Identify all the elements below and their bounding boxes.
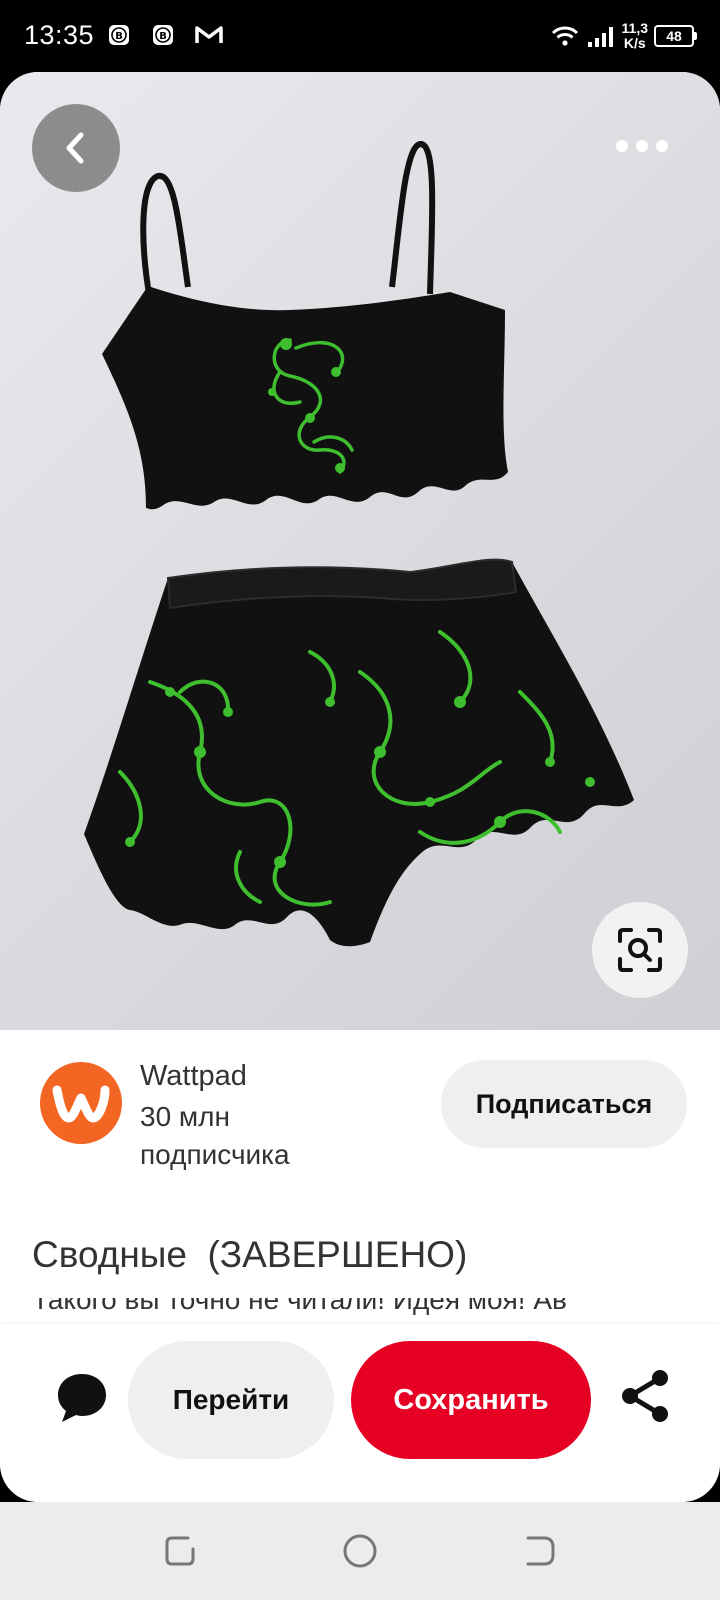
pin-action-bar: Перейти Сохранить	[0, 1324, 720, 1502]
more-dots-icon	[616, 140, 628, 152]
creator-followers: 30 млн подписчика	[140, 1101, 290, 1170]
battery-indicator: 48	[654, 25, 697, 47]
status-time: 13:35	[24, 20, 95, 50]
status-bar: 13:35 B B 11,3 K/s 48	[0, 0, 720, 72]
recent-apps-icon[interactable]	[162, 1533, 198, 1569]
visual-search-button[interactable]	[592, 902, 688, 998]
pin-card: Wattpad 30 млн подписчика Подписаться Св…	[0, 72, 720, 1502]
save-button[interactable]: Сохранить	[351, 1341, 591, 1459]
more-options-button[interactable]	[616, 134, 668, 158]
wattpad-logo-icon	[52, 1085, 110, 1123]
creator-name[interactable]: Wattpad	[140, 1060, 247, 1093]
pin-title: Сводные (ЗАВЕРШЕНО)	[32, 1234, 468, 1275]
visit-button[interactable]: Перейти	[128, 1341, 334, 1459]
pajama-set-illustration	[84, 141, 634, 947]
subscribe-button[interactable]: Подписаться	[441, 1060, 687, 1148]
wifi-icon	[551, 26, 578, 46]
notification-badge-icon: B	[153, 25, 173, 45]
svg-text:B: B	[115, 31, 123, 42]
network-speed: 11,3 K/s	[621, 20, 648, 51]
system-navigation-bar	[0, 1502, 720, 1600]
back-nav-icon[interactable]	[522, 1533, 558, 1569]
chevron-left-icon	[66, 132, 84, 164]
svg-text:B: B	[159, 31, 167, 42]
visual-search-icon	[618, 928, 662, 972]
comment-icon[interactable]	[54, 1370, 110, 1426]
home-icon[interactable]	[342, 1533, 378, 1569]
back-button[interactable]	[32, 104, 120, 192]
notification-badge-icon: B	[109, 25, 129, 45]
gmail-icon	[195, 26, 223, 43]
pin-description[interactable]: Такого вы точно не читали! Идея моя! Ав	[32, 1298, 702, 1318]
signal-icon	[587, 27, 613, 47]
creator-avatar[interactable]	[40, 1062, 122, 1144]
pin-image[interactable]	[0, 72, 720, 1030]
share-icon[interactable]	[618, 1368, 674, 1424]
